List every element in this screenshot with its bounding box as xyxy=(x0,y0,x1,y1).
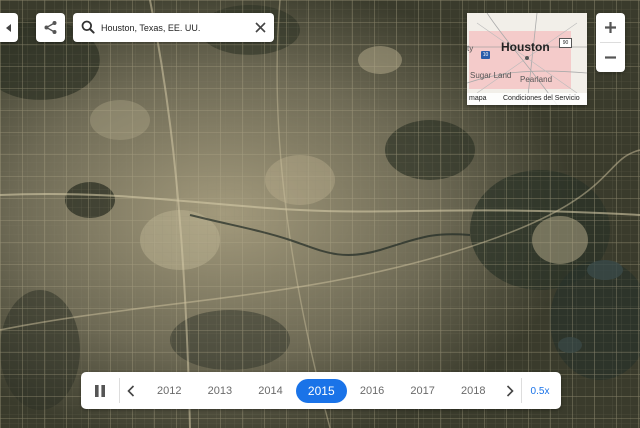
share-button[interactable] xyxy=(36,13,65,42)
search-icon xyxy=(81,20,95,34)
zoom-in-button[interactable] xyxy=(596,13,625,42)
share-icon xyxy=(44,21,57,34)
year-2014[interactable]: 2014 xyxy=(245,379,296,403)
location-minimap[interactable]: ty Houston Sugar Land Pearland 10 90 map… xyxy=(467,13,587,105)
chevron-left-icon xyxy=(127,385,135,397)
chevron-right-icon xyxy=(506,385,514,397)
previous-year-button[interactable] xyxy=(123,381,139,401)
search-input[interactable] xyxy=(101,19,251,36)
year-2013[interactable]: 2013 xyxy=(195,379,246,403)
minimap-label-pearland: Pearland xyxy=(520,75,553,84)
minimap-attribution: mapa xyxy=(469,95,487,102)
plus-icon xyxy=(605,22,616,33)
year-2018[interactable]: 2018 xyxy=(448,379,499,403)
minimap-city-label: Houston xyxy=(501,40,550,54)
minimap-footer: mapa Condiciones del Servicio xyxy=(467,93,587,105)
speed-divider xyxy=(521,378,522,403)
pause-button[interactable] xyxy=(89,380,111,402)
next-year-button[interactable] xyxy=(502,381,518,401)
caret-left-icon xyxy=(6,23,11,32)
back-tab-button[interactable] xyxy=(0,13,18,42)
terms-of-service-link[interactable]: Condiciones del Servicio xyxy=(503,95,580,102)
search-box xyxy=(73,13,274,42)
year-2012[interactable]: 2012 xyxy=(144,379,195,403)
year-2016[interactable]: 2016 xyxy=(347,379,398,403)
minimap-label-sugar-land: Sugar Land xyxy=(470,71,512,80)
highway-shield-90: 90 xyxy=(559,38,572,48)
timeline-divider xyxy=(119,378,120,403)
highway-shield-10: 10 xyxy=(481,51,490,59)
minimap-label-ty: ty xyxy=(467,44,474,53)
minus-icon xyxy=(605,56,616,59)
clear-search-button[interactable] xyxy=(253,20,268,35)
pause-icon xyxy=(95,385,105,397)
timelapse-timeline: 2012 2013 2014 2015 2016 2017 2018 0.5x xyxy=(81,372,561,409)
playback-speed-button[interactable]: 0.5x xyxy=(525,381,555,401)
zoom-control xyxy=(596,13,625,72)
minimap-graphic xyxy=(467,13,587,105)
year-2015[interactable]: 2015 xyxy=(295,378,347,403)
zoom-out-button[interactable] xyxy=(596,43,625,72)
year-list: 2012 2013 2014 2015 2016 2017 2018 xyxy=(144,378,498,403)
year-2017[interactable]: 2017 xyxy=(397,379,448,403)
close-icon xyxy=(255,22,266,33)
